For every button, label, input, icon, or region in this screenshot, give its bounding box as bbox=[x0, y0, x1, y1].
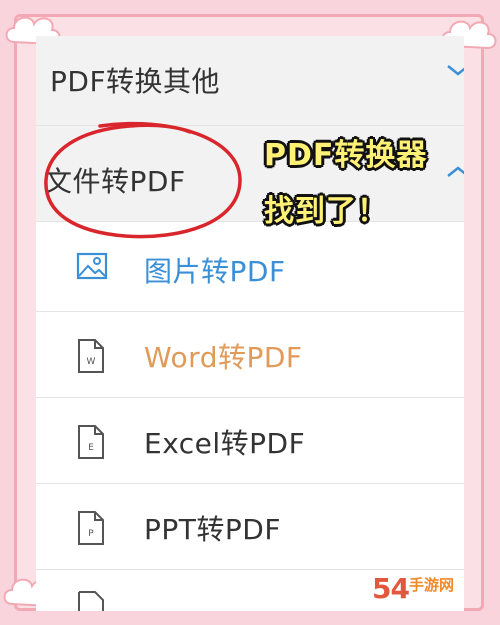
section-pdf-to-other[interactable]: PDF转换其他 bbox=[36, 36, 464, 126]
file-icon bbox=[78, 591, 104, 611]
highlight-circle-annotation bbox=[44, 121, 242, 239]
watermark-text: 手游网 bbox=[408, 576, 454, 594]
file-icon-letter: E bbox=[88, 443, 94, 453]
menu-item-word-to-pdf[interactable]: W Word转PDF bbox=[36, 312, 464, 398]
menu-item-label: Excel转PDF bbox=[144, 427, 306, 460]
menu-item-excel-to-pdf[interactable]: E Excel转PDF bbox=[36, 398, 464, 484]
chevron-down-icon[interactable] bbox=[446, 62, 464, 78]
menu-item-label: PPT转PDF bbox=[144, 513, 281, 546]
menu-item-ppt-to-pdf[interactable]: P PPT转PDF bbox=[36, 484, 464, 570]
caption-line-2: 找到了！ bbox=[264, 194, 388, 229]
word-file-icon: W bbox=[78, 339, 104, 373]
ppt-file-icon: P bbox=[78, 511, 104, 545]
excel-file-icon: E bbox=[78, 425, 104, 459]
menu-item-label: Word转PDF bbox=[144, 341, 303, 374]
image-icon bbox=[76, 252, 108, 280]
site-watermark-logo: 54手游网 bbox=[372, 572, 454, 605]
menu-item-label: 图片转PDF bbox=[144, 255, 286, 288]
chevron-up-icon[interactable] bbox=[446, 164, 464, 180]
file-icon-letter: W bbox=[87, 357, 96, 367]
watermark-number: 54 bbox=[372, 572, 410, 605]
section-pdf-to-other-label: PDF转换其他 bbox=[50, 65, 221, 98]
file-icon-letter: P bbox=[88, 529, 94, 539]
caption-line-1: PDF转换器 bbox=[264, 138, 428, 173]
